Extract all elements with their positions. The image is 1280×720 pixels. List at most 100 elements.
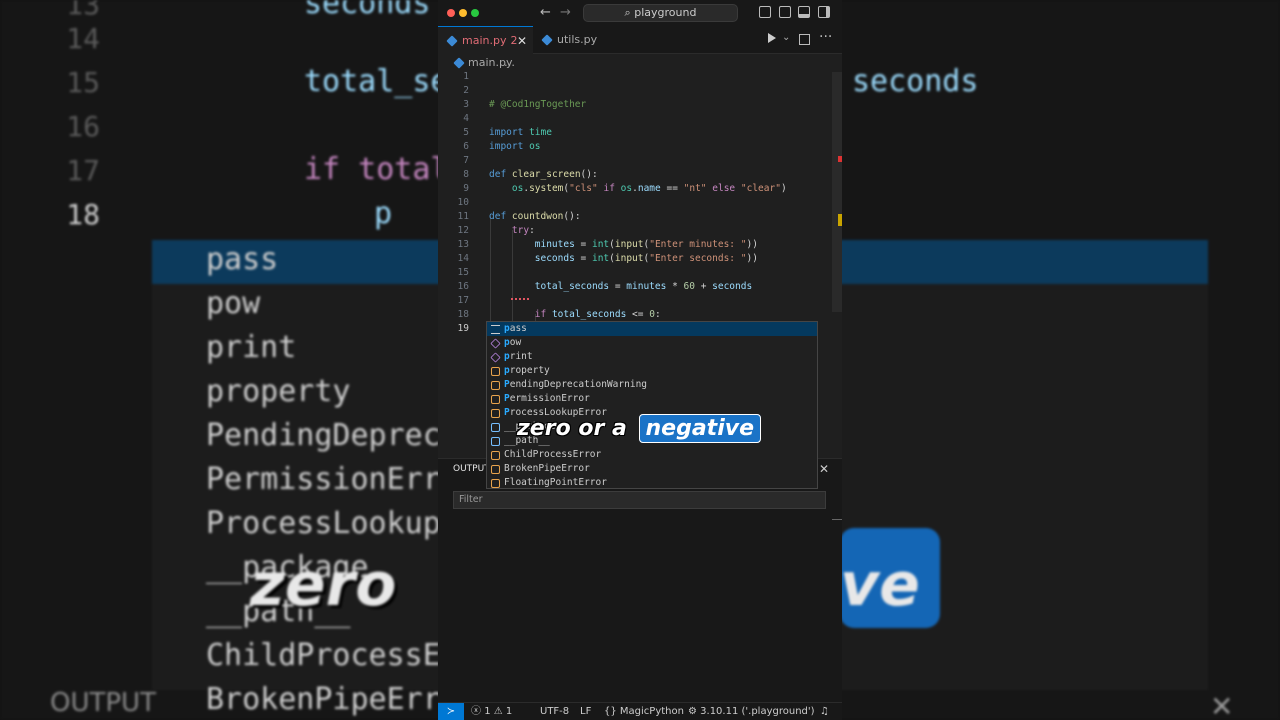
language-status[interactable]: {} MagicPython xyxy=(604,703,684,720)
line-number: 8 xyxy=(463,169,469,180)
bg-line-number: 14 xyxy=(66,22,100,55)
toggle-secondary-sidebar-icon[interactable] xyxy=(818,6,830,18)
maximize-window-button[interactable] xyxy=(471,9,479,17)
language-label: MagicPython xyxy=(619,706,684,717)
class-icon xyxy=(491,367,500,376)
eol-status[interactable]: LF xyxy=(580,703,591,720)
tab-output[interactable]: OUTPUT xyxy=(453,464,490,474)
bottom-panel: OUTPUT ✕ Filter xyxy=(438,458,842,702)
suggestion-item[interactable]: print xyxy=(487,350,817,364)
interpreter-label: 3.10.11 ('.playground') xyxy=(700,706,815,717)
bg-suggestion: PermissionErr xyxy=(206,462,441,497)
toggle-sidebar-icon[interactable] xyxy=(779,6,791,18)
line-number: 7 xyxy=(463,155,469,166)
bg-line-number: 17 xyxy=(66,154,100,187)
code-line[interactable]: 3 # @Cod1ngTogether xyxy=(438,98,842,112)
output-filter-input[interactable]: Filter xyxy=(453,491,826,509)
code-line[interactable]: 13 minutes = int(input("Enter minutes: "… xyxy=(438,238,842,252)
code-line[interactable]: 12 try: xyxy=(438,224,842,238)
close-window-button[interactable] xyxy=(447,9,455,17)
suggestion-item[interactable]: pass xyxy=(487,322,817,336)
code-line[interactable]: 10 xyxy=(438,196,842,210)
code-line[interactable]: 8 def clear_screen(): xyxy=(438,168,842,182)
code-line[interactable]: 1 xyxy=(438,70,842,84)
bg-suggestion: pass xyxy=(206,242,279,277)
chevron-down-icon[interactable]: ⌄ xyxy=(782,32,790,43)
suggestion-label: pow xyxy=(504,336,521,350)
suggestion-item[interactable]: property xyxy=(487,364,817,378)
bg-caption-right: ve xyxy=(840,550,920,620)
error-squiggle xyxy=(511,298,529,300)
code-line[interactable]: 2 xyxy=(438,84,842,98)
suggestion-item[interactable]: PendingDeprecationWarning xyxy=(487,378,817,392)
class-icon xyxy=(491,395,500,404)
remote-indicator-icon[interactable]: ≻ xyxy=(438,703,464,720)
interpreter-status[interactable]: ⚙ 3.10.11 ('.playground') xyxy=(688,703,815,720)
encoding-status[interactable]: UTF-8 xyxy=(540,703,569,720)
command-center-search[interactable]: ⌕ playground xyxy=(583,4,738,22)
python-file-icon xyxy=(541,34,553,46)
split-editor-icon[interactable] xyxy=(799,34,810,45)
code-line[interactable]: 17 xyxy=(438,294,842,308)
function-cube-icon xyxy=(490,338,501,349)
suggestion-rest: ermissionError xyxy=(509,393,590,404)
code-line[interactable]: 6 import os xyxy=(438,140,842,154)
code-line[interactable]: 7 xyxy=(438,154,842,168)
toggle-panel-icon[interactable] xyxy=(798,6,810,18)
tab-main-py[interactable]: main.py 2 ✕ xyxy=(438,26,533,54)
line-number: 5 xyxy=(463,127,469,138)
line-number: 15 xyxy=(457,267,469,278)
autocomplete-suggest-widget[interactable]: pass pow print property PendingDeprecationWa… xyxy=(486,321,818,489)
code-text: if total_seconds <= 0: xyxy=(534,309,661,320)
suggestion-item[interactable]: FloatingPointError xyxy=(487,476,817,490)
code-line[interactable]: 5 import time xyxy=(438,126,842,140)
search-label: playground xyxy=(634,6,697,19)
code-line[interactable]: 9 os.system("cls" if os.name == "nt" els… xyxy=(438,182,842,196)
code-text: total_seconds = minutes * 60 + seconds xyxy=(534,281,753,292)
notifications-bell-icon[interactable]: ♫ xyxy=(820,703,829,720)
suggestion-label: property xyxy=(504,364,550,378)
run-icon[interactable] xyxy=(768,33,776,43)
tab-utils-py[interactable]: utils.py xyxy=(533,26,623,54)
tab-label: main.py xyxy=(462,34,507,47)
variable-icon xyxy=(491,437,500,446)
code-line[interactable]: 11 def countdwon(): xyxy=(438,210,842,224)
suggestion-item[interactable]: pow xyxy=(487,336,817,350)
scrollbar-error-marker xyxy=(838,156,842,162)
minimize-window-button[interactable] xyxy=(459,9,467,17)
bg-suggestion: ChildProcessE xyxy=(206,638,441,673)
suggestion-item[interactable]: ChildProcessError xyxy=(487,448,817,462)
back-arrow-icon[interactable]: ← xyxy=(540,5,551,20)
suggestion-rest: ass xyxy=(509,323,527,334)
code-line[interactable]: 16 total_seconds = minutes * 60 + second… xyxy=(438,280,842,294)
layout-customize-icon[interactable] xyxy=(759,6,771,18)
code-line[interactable]: 4 xyxy=(438,112,842,126)
forward-arrow-icon[interactable]: → xyxy=(560,5,571,20)
code-text: def clear_screen(): xyxy=(489,169,598,180)
suggestion-label: PermissionError xyxy=(504,392,590,406)
braces-icon: {} xyxy=(604,706,617,717)
bg-suggestion: property xyxy=(206,374,351,409)
more-actions-icon[interactable]: ··· xyxy=(819,29,832,45)
close-tab-icon[interactable]: ✕ xyxy=(517,27,527,55)
code-text: minutes = int(input("Enter minutes: ")) xyxy=(534,239,758,250)
video-caption: zero or a negative xyxy=(517,414,761,444)
bg-code-text: seconds xyxy=(304,0,431,21)
suggestion-item[interactable]: BrokenPipeError xyxy=(487,462,817,476)
bg-line-number: 13 xyxy=(66,0,100,21)
bg-suggestion: print xyxy=(206,330,297,365)
close-panel-icon[interactable]: ✕ xyxy=(819,462,829,476)
python-env-icon: ⚙ xyxy=(688,706,697,717)
python-file-icon xyxy=(453,57,465,69)
editor-scrollbar[interactable] xyxy=(832,72,842,312)
status-bar: ≻ ⓧ 1 ⚠ 1 UTF-8 LF {} MagicPython ⚙ 3.10… xyxy=(438,702,842,720)
suggestion-label: FloatingPointError xyxy=(504,476,607,490)
line-number: 3 xyxy=(463,99,469,110)
suggestion-item[interactable]: PermissionError xyxy=(487,392,817,406)
problems-status[interactable]: ⓧ 1 ⚠ 1 xyxy=(471,703,512,720)
code-line[interactable]: 18 if total_seconds <= 0: xyxy=(438,308,842,322)
bg-suggestion: PendingDeprec xyxy=(206,418,441,453)
code-line[interactable]: 15 xyxy=(438,266,842,280)
bg-code-text: total_se xyxy=(304,64,449,99)
code-line[interactable]: 14 seconds = int(input("Enter seconds: "… xyxy=(438,252,842,266)
